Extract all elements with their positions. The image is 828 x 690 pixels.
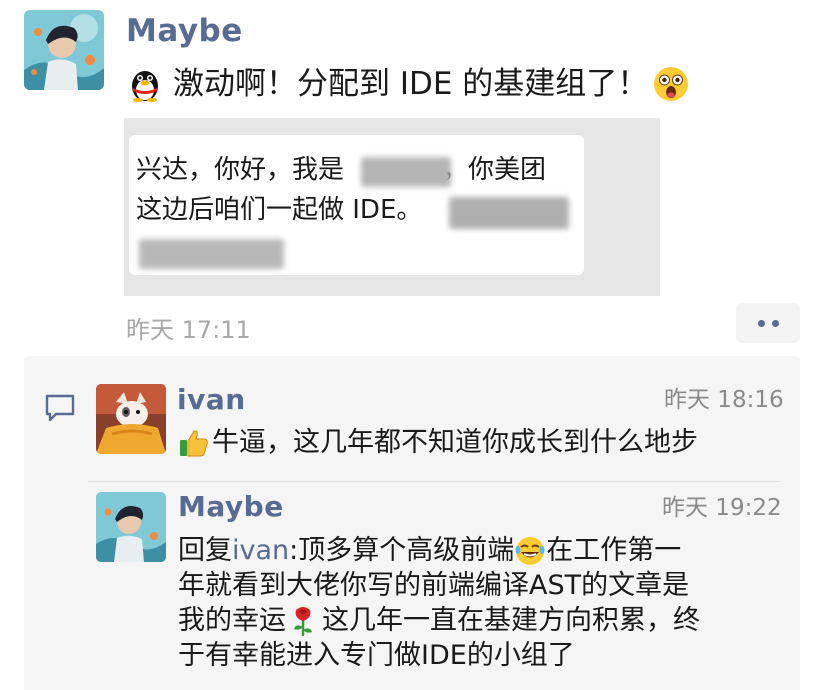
more-actions-button[interactable] bbox=[736, 303, 800, 343]
commenter-avatar-maybe[interactable] bbox=[96, 492, 166, 562]
more-dot-icon bbox=[771, 319, 779, 327]
post-image-line-2: 这边后咱们一起做 IDE。 bbox=[136, 195, 423, 225]
comment-icon bbox=[45, 394, 75, 422]
reply-text-line-4: 于有幸能进入专门做IDE的小组了 bbox=[178, 640, 575, 671]
reply-text-line-1[interactable]: 回复 ivan: 顶多算个高级前端 在工作第一 bbox=[178, 533, 681, 568]
post-text: 激动啊！分配到 IDE 的基建组了！ bbox=[127, 64, 690, 104]
reply-colon: : bbox=[289, 535, 299, 566]
comment-timestamp: 昨天 18:16 bbox=[664, 387, 784, 413]
post-image-line-1: 兴达，你好，我是 ，你美团 bbox=[136, 155, 547, 185]
post-author-avatar[interactable] bbox=[24, 10, 104, 90]
astonished-face-emoji bbox=[652, 65, 690, 103]
thumbs-up-emoji bbox=[178, 427, 210, 459]
comment-divider bbox=[88, 481, 780, 482]
redaction-blur bbox=[361, 157, 451, 187]
penguin-emoji bbox=[127, 66, 163, 102]
post-text-content: 激动啊！分配到 IDE 的基建组了！ bbox=[173, 66, 649, 102]
reply-text-line-2: 年就看到大佬你写的前端编译AST的文章是 bbox=[178, 570, 690, 601]
post-timestamp: 昨天 17:11 bbox=[126, 316, 251, 344]
comment-timestamp: 昨天 19:22 bbox=[662, 495, 782, 521]
more-dot-icon bbox=[757, 319, 765, 327]
reply-prefix: 回复 bbox=[178, 535, 232, 566]
reply-text-line-3: 我的幸运 这几年一直在基建方向积累，终 bbox=[178, 605, 700, 637]
post-image-chat-bubble: 兴达，你好，我是 ，你美团 这边后咱们一起做 IDE。 bbox=[129, 135, 584, 275]
commenter-avatar-ivan[interactable] bbox=[96, 384, 166, 454]
comment-text[interactable]: 牛逼，这几年都不知道你成长到什么地步 bbox=[178, 425, 698, 460]
redaction-blur bbox=[139, 239, 284, 269]
post-author-name[interactable]: Maybe bbox=[126, 16, 243, 47]
reply-mention-ivan[interactable]: ivan bbox=[232, 533, 289, 568]
commenter-name-ivan[interactable]: ivan bbox=[177, 386, 246, 414]
rose-emoji bbox=[288, 605, 318, 637]
comment-text-content: 牛逼，这几年都不知道你成长到什么地步 bbox=[212, 427, 698, 458]
post-image[interactable]: 兴达，你好，我是 ，你美团 这边后咱们一起做 IDE。 bbox=[124, 118, 660, 296]
rolling-laughing-emoji bbox=[514, 535, 546, 567]
commenter-name-maybe[interactable]: Maybe bbox=[178, 493, 284, 521]
redaction-blur bbox=[449, 197, 569, 229]
